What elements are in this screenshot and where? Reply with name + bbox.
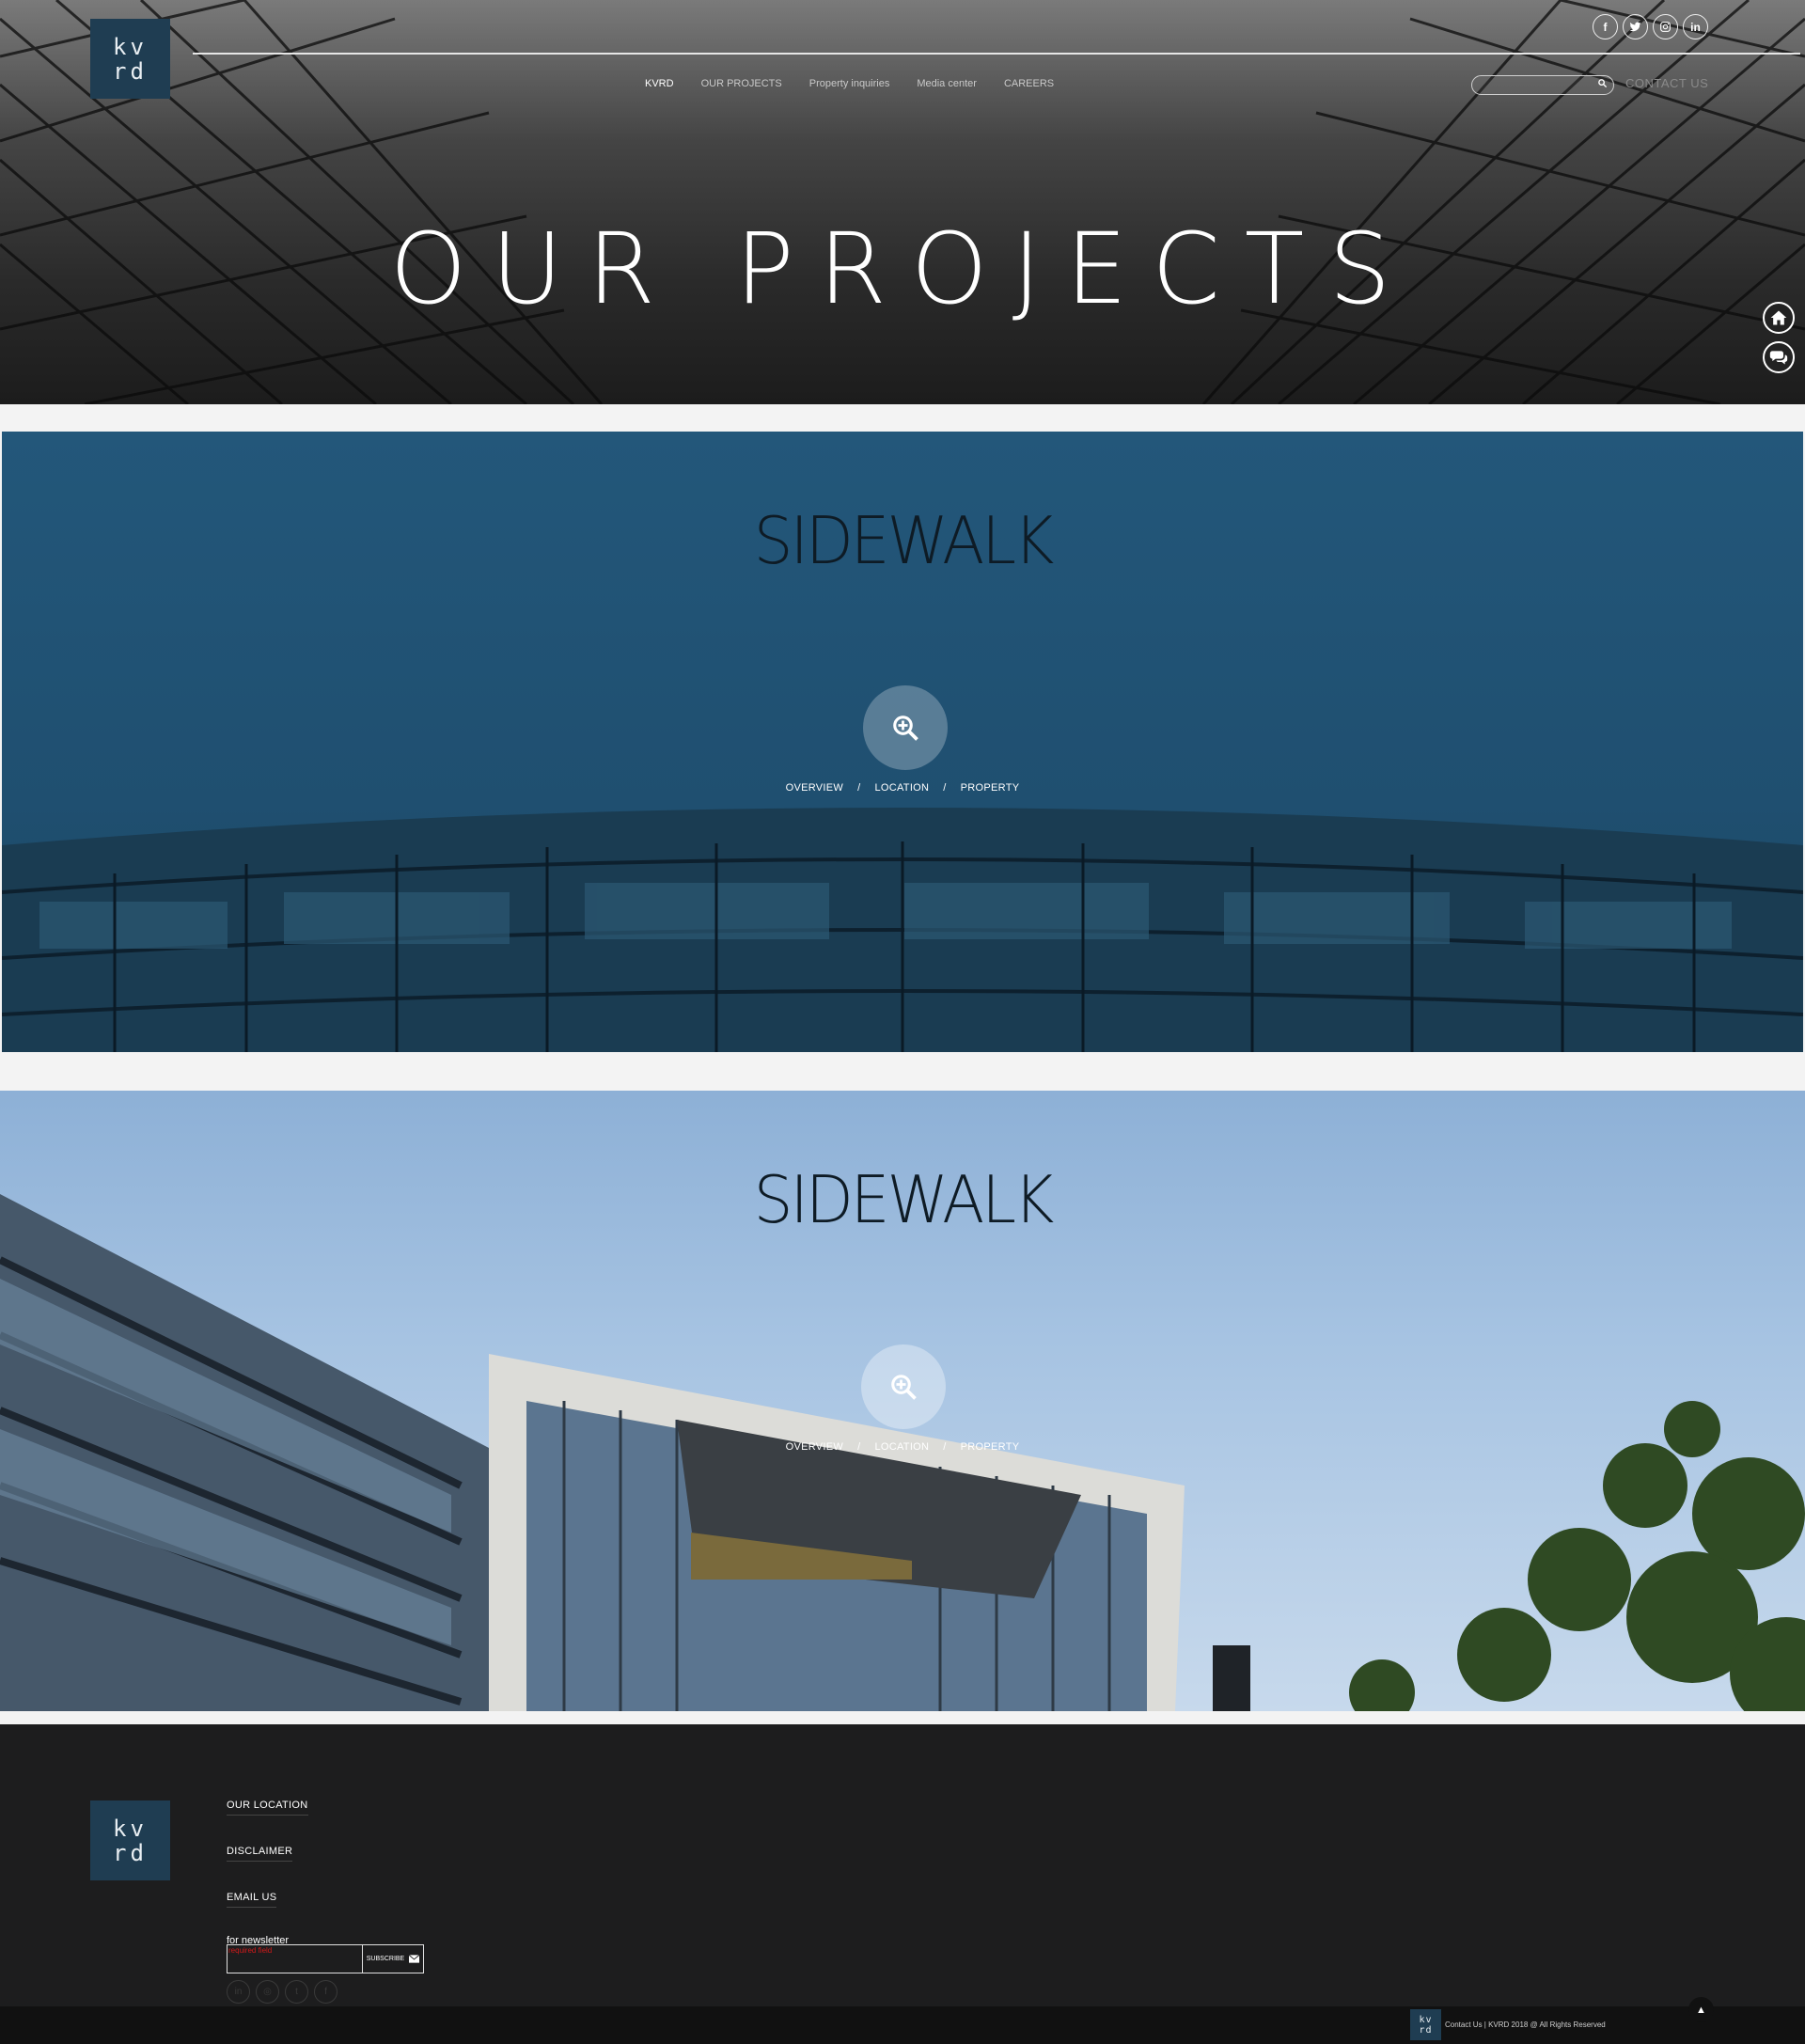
search-icon[interactable] xyxy=(1597,78,1608,91)
project-1-building-image xyxy=(2,808,1803,1052)
zoom-in-icon xyxy=(893,715,918,741)
project-card-2[interactable]: SIDEWALK OVERVIEW / LOCATION / PROPERTY xyxy=(0,1091,1805,1711)
property-link[interactable]: PROPERTY xyxy=(961,1441,1020,1453)
envelope-icon xyxy=(409,1955,420,1963)
header-divider xyxy=(193,53,1800,55)
nav-item-media-center[interactable]: Media center xyxy=(917,78,977,89)
link-separator: / xyxy=(943,1441,947,1453)
location-link[interactable]: LOCATION xyxy=(874,782,929,794)
instagram-icon[interactable]: ◎ xyxy=(256,1980,279,2004)
instagram-icon[interactable] xyxy=(1653,14,1678,39)
copyright-text: Contact Us | KVRD 2018 @ All Rights Rese… xyxy=(1445,2020,1606,2029)
link-separator: / xyxy=(857,1441,861,1453)
link-separator: / xyxy=(857,782,861,794)
contact-us-link[interactable]: CONTACT US xyxy=(1625,76,1708,90)
zoom-in-icon xyxy=(891,1375,917,1400)
footer-kvrd-logo[interactable]: kv rd xyxy=(90,1800,170,1880)
chat-icon xyxy=(1769,351,1788,365)
linkedin-icon[interactable]: in xyxy=(1683,14,1708,39)
subscribe-label: SUBSCRIBE xyxy=(366,1956,405,1962)
hero-background-building xyxy=(0,0,1805,404)
project-zoom-button[interactable] xyxy=(863,685,948,770)
nav-item-our-projects[interactable]: OUR PROJECTS xyxy=(701,78,782,89)
linkedin-icon[interactable]: in xyxy=(227,1980,250,2004)
home-icon xyxy=(1770,310,1787,325)
home-button[interactable] xyxy=(1763,302,1795,334)
twitter-icon[interactable]: t xyxy=(285,1980,308,2004)
overview-link[interactable]: OVERVIEW xyxy=(786,782,844,794)
project-card-1[interactable]: SIDEWALK OVERVIEW / LOCATION / PROPERTY xyxy=(2,432,1803,1052)
project-title: SIDEWALK xyxy=(753,1162,1055,1238)
nav-item-kvrd[interactable]: KVRD xyxy=(645,78,674,89)
our-location-link[interactable]: OUR LOCATION xyxy=(227,1800,308,1816)
facebook-icon[interactable]: f xyxy=(1593,14,1618,39)
location-link[interactable]: LOCATION xyxy=(874,1441,929,1453)
main-nav: KVRD OUR PROJECTS Property inquiries Med… xyxy=(645,78,1054,89)
subscribe-button[interactable]: SUBSCRIBE xyxy=(363,1945,423,1973)
property-link[interactable]: PROPERTY xyxy=(961,782,1020,794)
twitter-icon[interactable] xyxy=(1623,14,1648,39)
newsletter-error: required field xyxy=(228,1946,273,1955)
back-to-top-button[interactable]: ▲ xyxy=(1688,1997,1714,2022)
project-links: OVERVIEW / LOCATION / PROPERTY xyxy=(2,782,1803,794)
nav-item-property-inquiries[interactable]: Property inquiries xyxy=(809,78,890,89)
search-input[interactable] xyxy=(1471,75,1614,95)
email-us-link[interactable]: EMAIL US xyxy=(227,1892,277,1908)
logo-text-bottom: rd xyxy=(113,1839,148,1866)
chat-button[interactable] xyxy=(1763,341,1795,373)
mini-kvrd-logo: kv rd xyxy=(1410,2009,1441,2040)
page-title: OUR PROJECTS xyxy=(389,212,1416,326)
logo-text-top: kv xyxy=(113,1815,148,1842)
logo-text-bottom: rd xyxy=(113,57,148,85)
logo-text-top: kv xyxy=(1419,2014,1433,2025)
project-zoom-button[interactable] xyxy=(861,1344,946,1429)
disclaimer-link[interactable]: DISCLAIMER xyxy=(227,1846,293,1862)
facebook-icon[interactable]: f xyxy=(314,1980,337,2004)
footer: kv rd OUR LOCATION DISCLAIMER EMAIL US f… xyxy=(0,1724,1805,2006)
hero-banner: kv rd f in KVRD OUR PROJECTS Property in… xyxy=(0,0,1805,404)
logo-text-bottom: rd xyxy=(1419,2024,1433,2036)
logo-text-top: kv xyxy=(113,33,148,60)
overview-link[interactable]: OVERVIEW xyxy=(786,1441,844,1453)
page: kv rd f in KVRD OUR PROJECTS Property in… xyxy=(0,0,1805,2044)
project-links: OVERVIEW / LOCATION / PROPERTY xyxy=(0,1441,1805,1453)
header-social-links: f in xyxy=(1593,14,1708,39)
footer-social-links: in ◎ t f xyxy=(227,1980,337,2004)
footer-links: OUR LOCATION DISCLAIMER EMAIL US xyxy=(227,1800,308,1938)
chevron-up-icon: ▲ xyxy=(1696,2004,1706,2016)
project-title: SIDEWALK xyxy=(753,503,1055,579)
nav-item-careers[interactable]: CAREERS xyxy=(1004,78,1054,89)
copyright-bar: kv rd Contact Us | KVRD 2018 @ All Right… xyxy=(0,2006,1805,2044)
link-separator: / xyxy=(943,782,947,794)
kvrd-logo[interactable]: kv rd xyxy=(90,19,170,99)
